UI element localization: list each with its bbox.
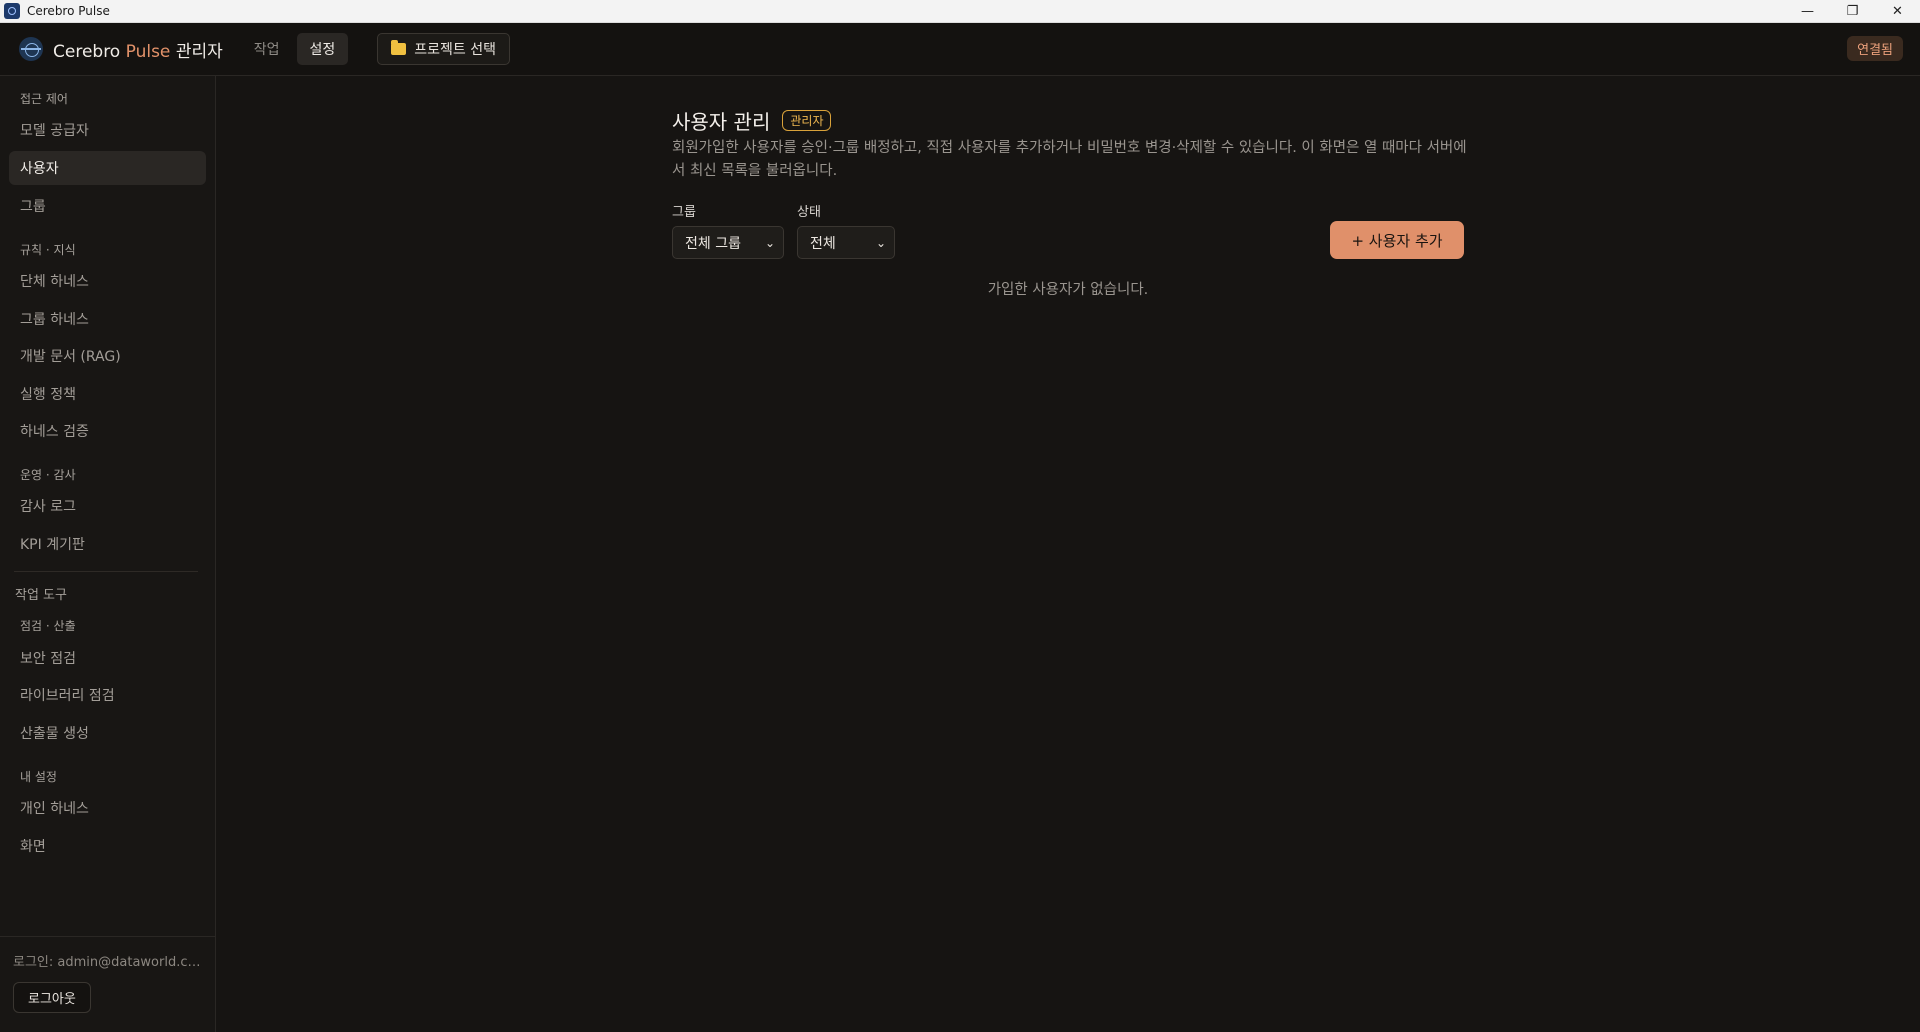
sidebar-item-audit-log[interactable]: 감사 로그 bbox=[9, 489, 206, 523]
sidebar-section-mine: 내 설정 bbox=[20, 770, 57, 784]
brand-title: Cerebro Pulse 관리자 bbox=[53, 37, 223, 62]
sidebar-item-exec-policy[interactable]: 실행 정책 bbox=[9, 377, 206, 411]
sidebar-item-dev-docs-rag[interactable]: 개발 문서 (RAG) bbox=[9, 339, 206, 373]
window-controls: — ❐ ✕ bbox=[1785, 0, 1920, 23]
sidebar-item-kpi-dashboard[interactable]: KPI 계기판 bbox=[9, 527, 206, 561]
sidebar-item-users[interactable]: 사용자 bbox=[9, 151, 206, 185]
group-filter-value: 전체 그룹 bbox=[685, 235, 741, 252]
sidebar-section-access: 접근 제어 bbox=[20, 92, 68, 106]
sidebar-group-tools: 작업 도구 bbox=[15, 588, 67, 603]
cerebro-logo-icon bbox=[19, 37, 43, 61]
project-select-button[interactable]: 프로젝트 선택 bbox=[377, 33, 510, 65]
brand-pulse: Pulse bbox=[125, 41, 171, 62]
project-select-label: 프로젝트 선택 bbox=[414, 42, 496, 58]
sidebar-item-artifact-generation[interactable]: 산출물 생성 bbox=[9, 716, 206, 750]
sidebar-item-groups[interactable]: 그룹 bbox=[9, 189, 206, 223]
login-info: 로그인: admin@dataworld.co.... bbox=[13, 955, 205, 970]
brand-main: Cerebro bbox=[53, 41, 121, 62]
admin-badge: 관리자 bbox=[782, 110, 832, 131]
tab-work[interactable]: 작업 bbox=[241, 33, 293, 65]
status-filter-select[interactable]: 전체 ⌄ bbox=[797, 226, 895, 259]
sidebar-item-library-check[interactable]: 라이브러리 점검 bbox=[9, 678, 206, 712]
connection-status-badge: 연결됨 bbox=[1847, 36, 1903, 61]
sidebar-section-rules: 규칙 · 지식 bbox=[20, 243, 76, 257]
minimize-icon[interactable]: — bbox=[1785, 0, 1830, 23]
sidebar-item-harness-validation[interactable]: 하네스 검증 bbox=[9, 414, 206, 448]
brand-suffix: 관리자 bbox=[175, 41, 223, 62]
page-title-text: 사용자 관리 bbox=[672, 110, 771, 134]
page-title: 사용자 관리 관리자 bbox=[672, 106, 832, 135]
window-titlebar: Cerebro Pulse — ❐ ✕ bbox=[0, 0, 1920, 23]
sidebar-item-display[interactable]: 화면 bbox=[9, 829, 206, 863]
restore-icon[interactable]: ❐ bbox=[1830, 0, 1875, 23]
window-title: Cerebro Pulse bbox=[27, 4, 110, 18]
status-filter-value: 전체 bbox=[810, 235, 836, 252]
empty-state-message: 가입한 사용자가 없습니다. bbox=[987, 282, 1149, 298]
sidebar-item-model-providers[interactable]: 모델 공급자 bbox=[9, 113, 206, 147]
chevron-down-icon: ⌄ bbox=[875, 236, 886, 250]
tab-settings[interactable]: 설정 bbox=[296, 33, 349, 65]
sidebar-section-check: 점검 · 산출 bbox=[20, 619, 76, 633]
sidebar-item-org-harness[interactable]: 단체 하네스 bbox=[9, 264, 206, 298]
page-description: 회원가입한 사용자를 승인·그룹 배정하고, 직접 사용자를 추가하거나 비밀번… bbox=[672, 140, 1467, 179]
add-user-button[interactable]: + 사용자 추가 bbox=[1330, 221, 1464, 259]
folder-icon bbox=[391, 40, 407, 55]
app-icon bbox=[4, 3, 20, 19]
sidebar-divider bbox=[14, 571, 198, 572]
sidebar-item-security-check[interactable]: 보안 점검 bbox=[9, 641, 206, 675]
status-filter-label: 상태 bbox=[797, 205, 821, 220]
sidebar-footer-divider bbox=[0, 936, 215, 937]
logout-button[interactable]: 로그아웃 bbox=[13, 982, 91, 1013]
sidebar: 접근 제어 모델 공급자 사용자 그룹 규칙 · 지식 단체 하네스 그룹 하네… bbox=[0, 76, 216, 1032]
main-content: 사용자 관리 관리자 회원가입한 사용자를 승인·그룹 배정하고, 직접 사용자… bbox=[216, 76, 1920, 1032]
sidebar-item-personal-harness[interactable]: 개인 하네스 bbox=[9, 791, 206, 825]
group-filter-label: 그룹 bbox=[672, 205, 696, 220]
app-header: Cerebro Pulse 관리자 작업 설정 프로젝트 선택 연결됨 bbox=[0, 23, 1920, 76]
chevron-down-icon: ⌄ bbox=[764, 236, 775, 250]
close-icon[interactable]: ✕ bbox=[1875, 0, 1920, 23]
sidebar-section-ops: 운영 · 감사 bbox=[20, 468, 76, 482]
sidebar-item-group-harness[interactable]: 그룹 하네스 bbox=[9, 302, 206, 336]
group-filter-select[interactable]: 전체 그룹 ⌄ bbox=[672, 226, 784, 259]
